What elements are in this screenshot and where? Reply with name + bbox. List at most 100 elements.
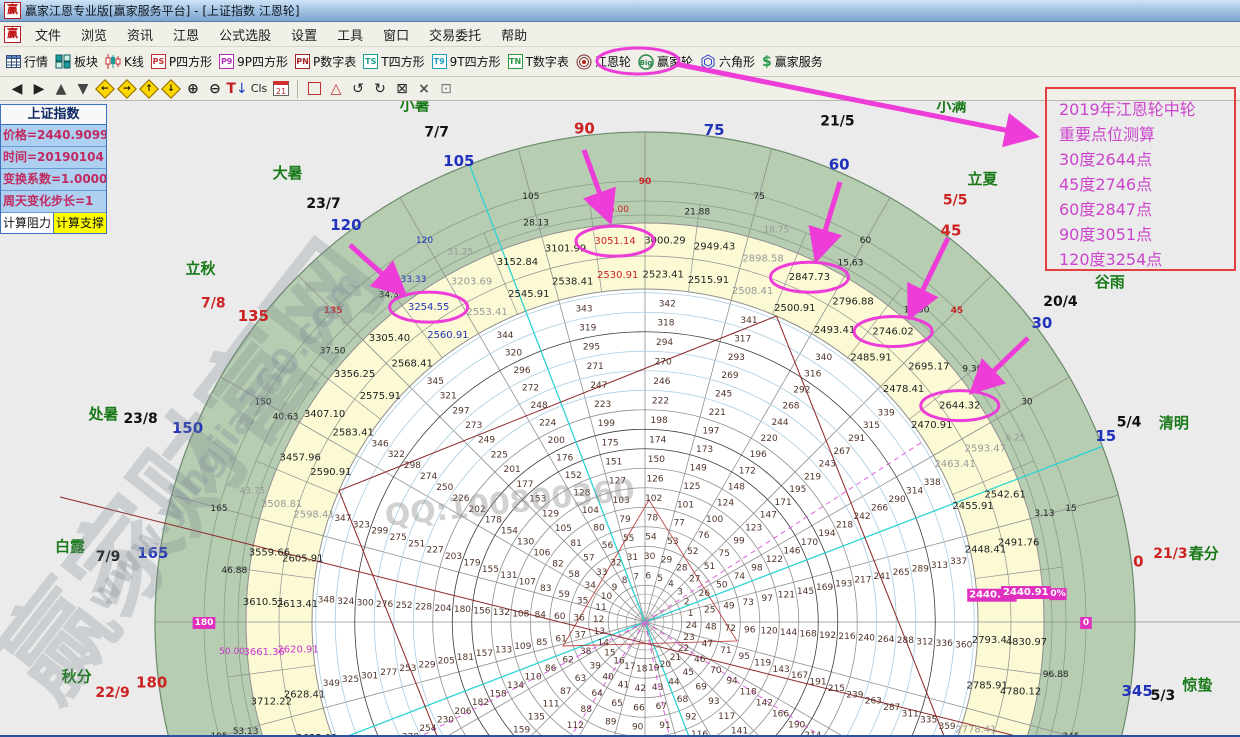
svg-text:谷雨: 谷雨: [1095, 273, 1125, 291]
up-button[interactable]: ▲: [50, 79, 72, 99]
menu-settings[interactable]: 设置: [281, 25, 327, 44]
svg-text:98: 98: [751, 563, 763, 573]
winner-wheel-button[interactable]: Big 赢家轮: [638, 53, 693, 70]
menu-help[interactable]: 帮助: [491, 25, 537, 44]
svg-text:106: 106: [533, 548, 550, 558]
center-tool-button[interactable]: ×: [413, 79, 435, 99]
box-x-tool-button[interactable]: ⊠: [391, 79, 413, 99]
back-button[interactable]: ◀: [6, 79, 28, 99]
svg-text:秋分: 秋分: [62, 668, 92, 686]
toolbar-separator: [297, 80, 298, 98]
quotes-button[interactable]: 行情: [6, 53, 48, 70]
p-square-button[interactable]: PS P四方形: [151, 53, 212, 70]
svg-text:89: 89: [605, 717, 617, 727]
winner-service-button[interactable]: $ 赢家服务: [762, 53, 823, 70]
svg-text:182: 182: [472, 698, 489, 708]
pn-icon: PN: [295, 54, 310, 69]
svg-text:77: 77: [673, 519, 684, 529]
zoom-in-button[interactable]: ⊕: [182, 79, 204, 99]
svg-text:179: 179: [463, 558, 480, 568]
svg-text:72: 72: [725, 624, 736, 634]
t-square-button[interactable]: TS T四方形: [363, 53, 424, 70]
svg-text:244: 244: [771, 418, 788, 428]
svg-text:155: 155: [482, 565, 499, 575]
svg-text:123: 123: [745, 524, 762, 534]
menu-news[interactable]: 资讯: [117, 25, 163, 44]
down-arrow-icon: ↓: [236, 81, 248, 97]
svg-text:298: 298: [404, 461, 421, 471]
calc-support-button[interactable]: 计算支撑: [54, 213, 106, 233]
svg-text:75: 75: [753, 192, 764, 202]
svg-text:296: 296: [513, 366, 530, 376]
svg-text:300: 300: [357, 598, 374, 608]
menu-file[interactable]: 文件: [25, 25, 71, 44]
step-row: 周天变化步长=1: [1, 191, 106, 213]
svg-text:15: 15: [1065, 504, 1076, 514]
down-button[interactable]: ▼: [72, 79, 94, 99]
menu-browse[interactable]: 浏览: [71, 25, 117, 44]
square-tool-button[interactable]: [303, 79, 325, 99]
dollar-icon: $: [762, 54, 772, 70]
svg-text:30: 30: [1031, 314, 1052, 332]
blocks-button[interactable]: 板块: [55, 53, 98, 70]
svg-text:149: 149: [690, 463, 707, 473]
p9-square-button[interactable]: P9 9P四方形: [219, 53, 288, 70]
svg-text:245: 245: [715, 390, 732, 400]
svg-text:268: 268: [782, 402, 799, 412]
calc-resistance-button[interactable]: 计算阻力: [1, 213, 54, 233]
svg-text:250: 250: [436, 483, 453, 493]
svg-text:2530.91: 2530.91: [597, 270, 638, 281]
svg-text:48: 48: [705, 623, 717, 633]
svg-text:2545.91: 2545.91: [508, 289, 549, 300]
svg-text:44: 44: [668, 677, 680, 687]
zoom-out-button[interactable]: ⊖: [204, 79, 226, 99]
menu-formula-stock[interactable]: 公式选股: [209, 25, 281, 44]
svg-text:107: 107: [519, 577, 536, 587]
svg-text:41: 41: [618, 680, 629, 690]
svg-text:3: 3: [677, 587, 683, 597]
gann-wheel-button[interactable]: 江恩轮: [576, 53, 631, 70]
menu-tools[interactable]: 工具: [327, 25, 373, 44]
big-wheel-icon: Big: [638, 54, 654, 70]
pan-up-button[interactable]: ↑: [138, 79, 160, 99]
pan-right-button[interactable]: →: [116, 79, 138, 99]
svg-text:61: 61: [555, 634, 566, 644]
triangle-tool-button[interactable]: △: [325, 79, 347, 99]
t9-square-button[interactable]: T9 9T四方形: [432, 53, 501, 70]
kline-button[interactable]: K线: [105, 53, 144, 70]
svg-text:28: 28: [676, 563, 688, 573]
menu-trade[interactable]: 交易委托: [419, 25, 491, 44]
svg-text:21.88: 21.88: [684, 207, 710, 217]
svg-text:168: 168: [800, 629, 817, 639]
cls-button[interactable]: Cls: [248, 79, 270, 99]
pan-down-button[interactable]: ↓: [160, 79, 182, 99]
pan-left-button[interactable]: ←: [94, 79, 116, 99]
menu-gann[interactable]: 江恩: [163, 25, 209, 44]
svg-text:5: 5: [657, 574, 663, 584]
t-down-button[interactable]: T↓: [226, 79, 248, 99]
svg-text:228: 228: [415, 603, 432, 613]
svg-text:239: 239: [846, 690, 863, 700]
rotate-ccw-button[interactable]: ↺: [347, 79, 369, 99]
svg-text:59: 59: [558, 590, 570, 600]
svg-text:37.50: 37.50: [320, 346, 346, 356]
svg-text:205: 205: [438, 657, 455, 667]
svg-text:9: 9: [612, 583, 618, 593]
svg-text:322: 322: [388, 450, 405, 460]
t-number-table-button[interactable]: TN T数字表: [508, 53, 569, 70]
forward-button[interactable]: ▶: [28, 79, 50, 99]
window-title: 赢家江恩专业版[赢家服务平台] - [上证指数 江恩轮]: [25, 2, 300, 19]
p-number-table-button[interactable]: PN P数字表: [295, 53, 356, 70]
svg-text:58: 58: [568, 570, 580, 580]
svg-text:174: 174: [649, 435, 666, 445]
svg-text:134: 134: [507, 681, 524, 691]
calendar-button[interactable]: 21: [270, 79, 292, 99]
rotate-cw-button[interactable]: ↻: [369, 79, 391, 99]
hexagon-button[interactable]: 六角形: [700, 53, 755, 70]
svg-text:33: 33: [596, 568, 607, 578]
svg-text:323: 323: [353, 520, 370, 530]
svg-text:42: 42: [635, 684, 646, 694]
menu-window[interactable]: 窗口: [373, 25, 419, 44]
svg-text:18.75: 18.75: [763, 225, 789, 235]
select-tool-button[interactable]: ⊡: [435, 79, 457, 99]
